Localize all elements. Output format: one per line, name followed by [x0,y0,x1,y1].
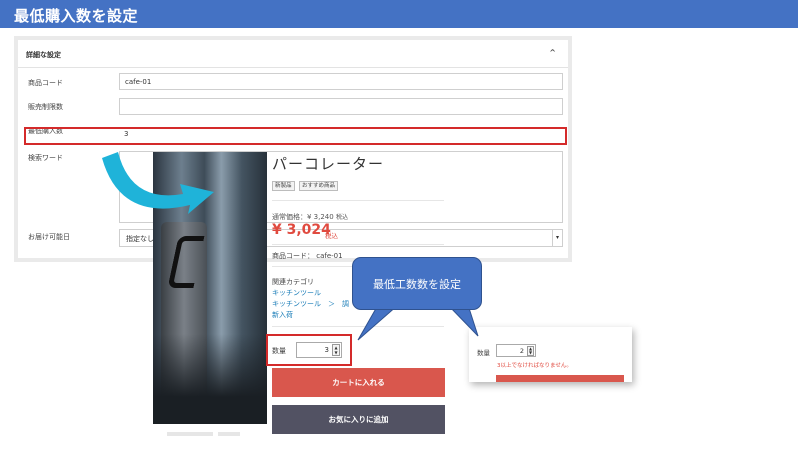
slide: 最低購入数を設定 詳細な設定 ^ 商品コード cafe-01 販売制限数 最低購… [0,0,798,449]
callout-bubble: 最低工数数を設定 [352,257,482,310]
callout-tails [357,304,479,341]
